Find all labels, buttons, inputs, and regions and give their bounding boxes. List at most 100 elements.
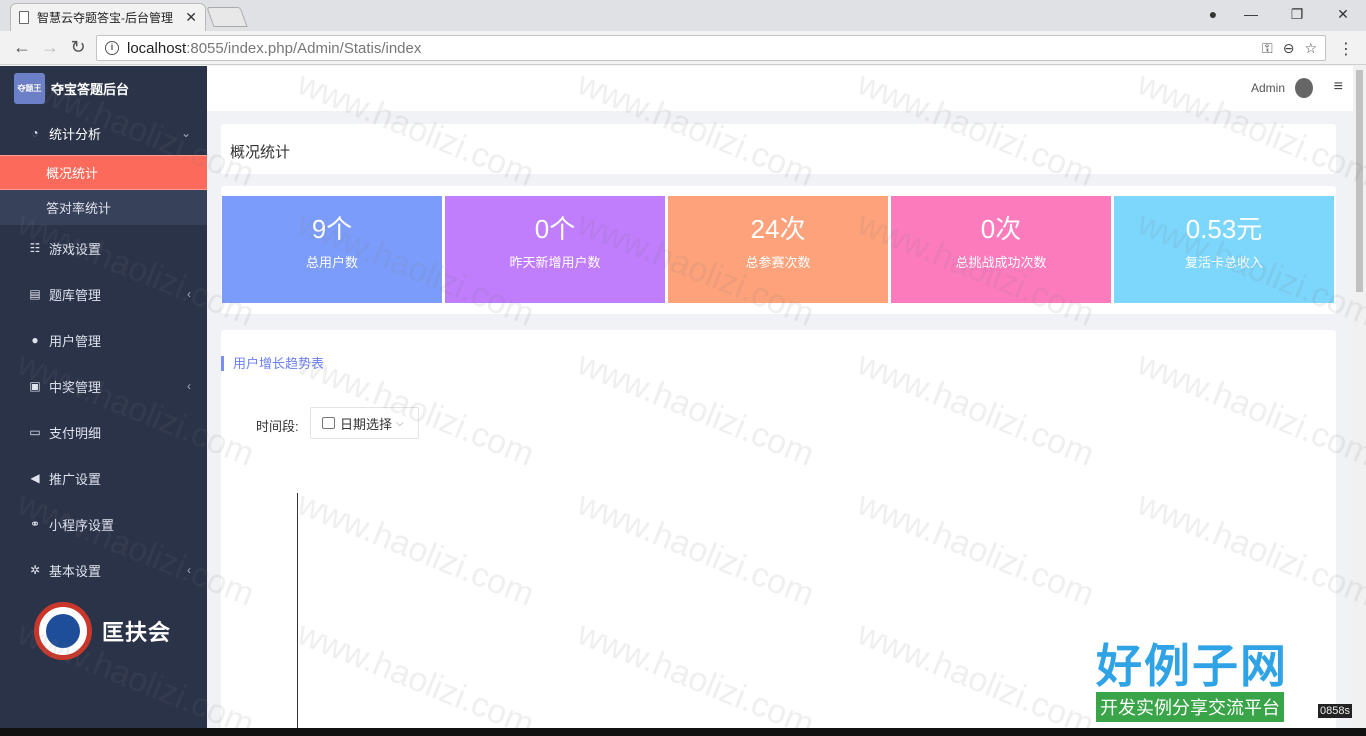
sidebar-item-label: 支付明细 (49, 425, 102, 441)
corner-badge: 好例子网 开发实例分享交流平台 (1096, 640, 1318, 728)
tab-close-icon[interactable]: ✕ (185, 9, 197, 26)
brand[interactable]: 夺题王 夺宝答题后台 (0, 66, 207, 111)
sidebar: 夺题王 夺宝答题后台 ◔ 统计分析 ⌄ 概况统计 答对率统计 ☷ 游戏设置 ▤ … (0, 66, 207, 736)
time-range-label: 时间段: (256, 419, 299, 434)
stat-label: 昨天新增用户数 (509, 255, 601, 270)
bullhorn-icon: ◀ (30, 471, 40, 485)
window-controls: ● — ❐ ✕ (1198, 0, 1366, 28)
reload-button[interactable]: ↻ (64, 37, 92, 58)
omnibox-icons: ⚿ ⊖ ☆ (1262, 40, 1317, 57)
stat-value: 24次 (750, 214, 806, 244)
taskbar (0, 728, 1366, 736)
date-range-picker[interactable]: 日期选择 ⌵ (310, 407, 419, 439)
brand-name: 夺宝答题后台 (51, 82, 130, 97)
sidebar-item-promotion[interactable]: ◀ 推广设置 (0, 455, 207, 501)
stat-label: 总参赛次数 (745, 255, 811, 270)
tab-title: 智慧云夺题答宝-后台管理 (37, 11, 173, 25)
link-icon: ⚭ (29, 517, 41, 531)
org-name: 匡扶会 (102, 620, 172, 645)
document-icon (19, 11, 29, 24)
key-icon[interactable]: ⚿ (1262, 40, 1273, 57)
stat-label: 复活卡总收入 (1184, 255, 1263, 270)
timer-text: 0858s (1318, 704, 1352, 718)
account-icon[interactable]: ● (1198, 6, 1228, 22)
stat-total-users: 9个 总用户数 (222, 196, 442, 303)
hamburger-menu-icon[interactable]: ≡ (1334, 78, 1343, 96)
sidebar-item-prizes[interactable]: ▣ 中奖管理 ‹ (0, 363, 207, 409)
chevron-down-icon: ⌄ (180, 126, 191, 140)
close-window-button[interactable]: ✕ (1320, 6, 1366, 23)
sidebar-item-users[interactable]: ● 用户管理 (0, 317, 207, 363)
maximize-button[interactable]: ❐ (1274, 6, 1320, 23)
sidebar-item-statistics[interactable]: ◔ 统计分析 ⌄ (0, 111, 207, 155)
browser-toolbar: ← → ↻ i localhost:8055/index.php/Admin/S… (0, 31, 1366, 65)
badge-subtitle: 开发实例分享交流平台 (1096, 692, 1284, 722)
sidebar-item-question-bank[interactable]: ▤ 题库管理 ‹ (0, 271, 207, 317)
zoom-icon[interactable]: ⊖ (1283, 40, 1295, 57)
top-header: Admin ≡ (207, 66, 1353, 111)
main-content: Admin ≡ 概况统计 9个 总用户数 0个 昨天新增用户数 24次 总参赛次… (207, 66, 1353, 736)
new-tab-button[interactable] (206, 7, 248, 27)
org-seal-icon (34, 602, 92, 660)
sidebar-item-game-settings[interactable]: ☷ 游戏设置 (0, 225, 207, 271)
chevron-down-icon: ⌵ (396, 417, 404, 429)
sidebar-item-label: 推广设置 (49, 471, 102, 487)
browser-tab[interactable]: 智慧云夺题答宝-后台管理 ✕ (10, 3, 206, 31)
sidebar-subitem-label: 概况统计 (46, 166, 99, 181)
stat-value: 0个 (534, 214, 576, 244)
sidebar-item-label: 游戏设置 (49, 241, 102, 257)
info-icon[interactable]: i (105, 41, 119, 55)
sidebar-subitem-accuracy[interactable]: 答对率统计 (0, 190, 207, 225)
sidebar-item-label: 统计分析 (49, 126, 102, 142)
forward-button[interactable]: → (36, 37, 64, 58)
minimize-button[interactable]: — (1228, 6, 1274, 22)
back-button[interactable]: ← (8, 37, 36, 58)
card-icon: ▭ (29, 425, 41, 439)
list-icon: ▤ (29, 287, 41, 301)
section-title: 用户增长趋势表 (221, 356, 324, 371)
sidebar-item-label: 题库管理 (49, 287, 102, 303)
chevron-left-icon: ‹ (187, 287, 191, 301)
sidebar-item-miniprogram[interactable]: ⚭ 小程序设置 (0, 501, 207, 547)
page-title-card: 概况统计 (221, 124, 1336, 174)
stats-row: 9个 总用户数 0个 昨天新增用户数 24次 总参赛次数 0次 总挑战成功次数 … (222, 196, 1336, 303)
stat-revive-income: 0.53元 复活卡总收入 (1114, 196, 1334, 303)
browser-menu-icon[interactable]: ⋮ (1338, 39, 1354, 59)
page-title: 概况统计 (230, 144, 291, 161)
chevron-left-icon: ‹ (187, 563, 191, 577)
chevron-left-icon: ‹ (187, 379, 191, 393)
award-icon: ▣ (29, 379, 41, 393)
sidebar-item-payments[interactable]: ▭ 支付明细 (0, 409, 207, 455)
stat-new-users-yesterday: 0个 昨天新增用户数 (445, 196, 665, 303)
address-bar[interactable]: i localhost:8055/index.php/Admin/Statis/… (96, 35, 1326, 61)
stat-value: 0次 (980, 214, 1022, 244)
gear-icon: ✲ (29, 563, 41, 577)
calendar-icon (322, 417, 335, 429)
url-text[interactable]: localhost:8055/index.php/Admin/Statis/in… (127, 40, 1262, 57)
star-icon[interactable]: ☆ (1304, 40, 1317, 57)
avatar[interactable] (1295, 78, 1313, 98)
stat-challenge-success: 0次 总挑战成功次数 (891, 196, 1111, 303)
pie-chart-icon: ◔ (31, 126, 39, 140)
badge-title: 好例子网 (1096, 640, 1288, 692)
page-scrollbar[interactable] (1353, 66, 1366, 736)
sidebar-item-label: 用户管理 (49, 333, 102, 349)
date-picker-text: 日期选择 (340, 416, 393, 432)
sidebar-subitem-label: 答对率统计 (46, 201, 112, 216)
submenu-statistics: 概况统计 答对率统计 (0, 155, 207, 225)
brand-logo: 夺题王 (14, 73, 45, 104)
browser-tabbar: 智慧云夺题答宝-后台管理 ✕ ● — ❐ ✕ (0, 0, 1366, 31)
sidebar-item-label: 小程序设置 (49, 517, 115, 533)
user-name[interactable]: Admin (1251, 81, 1285, 95)
stat-value: 9个 (311, 214, 353, 244)
user-icon: ● (31, 333, 39, 347)
chart-y-axis (297, 493, 298, 736)
sidebar-item-basic-settings[interactable]: ✲ 基本设置 ‹ (0, 547, 207, 593)
gamepad-icon: ☷ (29, 241, 41, 255)
stat-label: 总挑战成功次数 (955, 255, 1047, 270)
scrollbar-thumb[interactable] (1356, 70, 1363, 292)
stat-value: 0.53元 (1185, 214, 1263, 244)
stats-card: 9个 总用户数 0个 昨天新增用户数 24次 总参赛次数 0次 总挑战成功次数 … (221, 186, 1336, 314)
org-logo: 匡扶会 (34, 602, 171, 660)
sidebar-subitem-overview[interactable]: 概况统计 (0, 155, 207, 190)
